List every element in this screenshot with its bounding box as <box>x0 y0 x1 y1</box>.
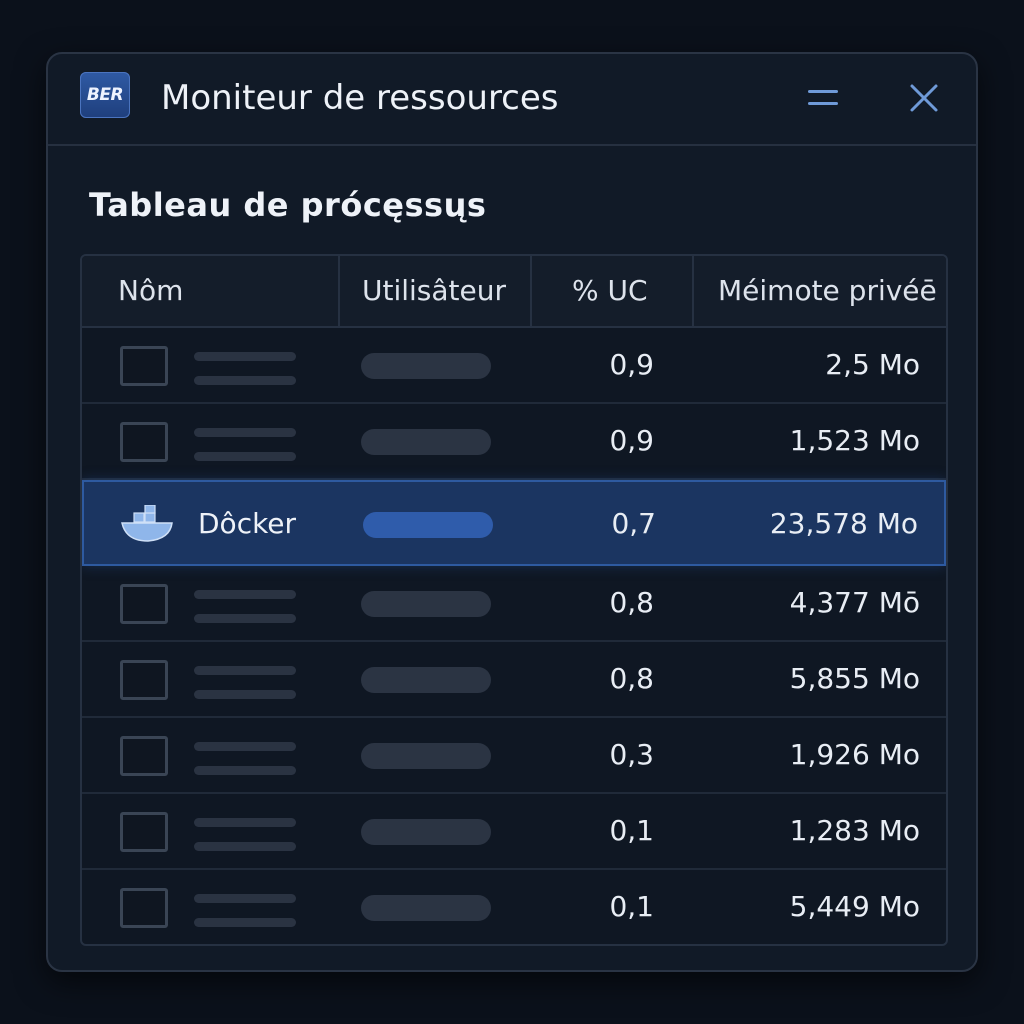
column-header-private-memory[interactable]: Méimote privéē <box>692 256 946 326</box>
cpu-value: 0,8 <box>609 586 654 619</box>
docker-whale-icon <box>121 505 173 542</box>
private-memory-value: 1,283 Mo <box>789 814 920 847</box>
section-title: Tableau de prócęssųs <box>89 186 487 224</box>
app-logo: BER <box>80 72 130 118</box>
cpu-value: 0,9 <box>609 348 654 381</box>
name-placeholder-line <box>194 590 296 599</box>
private-memory-value: 2,5 Mo <box>825 348 920 381</box>
title-bar: BER Moniteur de ressources <box>48 54 976 146</box>
row-checkbox[interactable] <box>120 812 168 852</box>
user-placeholder <box>361 353 491 379</box>
name-placeholder-line <box>194 742 296 751</box>
name-placeholder-line <box>194 352 296 361</box>
cpu-value: 0,9 <box>609 424 654 457</box>
process-table: Nôm Utilisâteur % UC Méimote privéē 0,9 2… <box>80 254 948 946</box>
table-row[interactable]: 0,1 1,283 Mo <box>82 794 946 870</box>
private-memory-value: 5,449 Mo <box>789 890 920 923</box>
table-row[interactable]: 0,1 5,449 Mo <box>82 870 946 944</box>
user-placeholder <box>361 819 491 845</box>
process-name: Dôcker <box>198 507 297 540</box>
private-memory-value: 23,578 Mo <box>769 507 918 540</box>
column-header-name[interactable]: Nôm <box>118 256 338 326</box>
name-placeholder-line <box>194 666 296 675</box>
minimize-icon <box>808 90 838 93</box>
row-checkbox[interactable] <box>120 422 168 462</box>
cpu-value: 0,7 <box>611 507 656 540</box>
minimize-button[interactable] <box>805 82 841 112</box>
name-placeholder-line <box>194 614 296 623</box>
user-placeholder <box>361 667 491 693</box>
table-row[interactable]: 0,3 1,926 Mo <box>82 718 946 794</box>
row-checkbox[interactable] <box>120 660 168 700</box>
cpu-value: 0,8 <box>609 662 654 695</box>
name-placeholder-line <box>194 766 296 775</box>
cpu-value: 0,1 <box>609 890 654 923</box>
private-memory-value: 5,855 Mo <box>789 662 920 695</box>
name-placeholder-line <box>194 818 296 827</box>
name-placeholder-line <box>194 690 296 699</box>
column-header-cpu[interactable]: % UC <box>530 256 692 326</box>
table-row[interactable]: 0,8 4,377 Mō <box>82 566 946 642</box>
minimize-icon-bar <box>808 102 838 105</box>
private-memory-value: 1,523 Mo <box>789 424 920 457</box>
table-row-selected[interactable]: Dôcker 0,7 23,578 Mo <box>82 480 946 566</box>
user-placeholder <box>361 429 491 455</box>
row-checkbox[interactable] <box>120 736 168 776</box>
private-memory-value: 4,377 Mō <box>789 586 920 619</box>
table-row[interactable]: 0,9 2,5 Mo <box>82 328 946 404</box>
window-title: Moniteur de ressources <box>161 78 559 118</box>
cpu-value: 0,1 <box>609 814 654 847</box>
row-checkbox[interactable] <box>120 584 168 624</box>
row-checkbox[interactable] <box>120 888 168 928</box>
name-placeholder-line <box>194 376 296 385</box>
private-memory-value: 1,926 Mo <box>789 738 920 771</box>
user-placeholder <box>363 512 493 538</box>
user-placeholder <box>361 591 491 617</box>
cpu-value: 0,3 <box>609 738 654 771</box>
name-placeholder-line <box>194 842 296 851</box>
close-icon <box>910 84 938 112</box>
user-placeholder <box>361 743 491 769</box>
name-placeholder-line <box>194 452 296 461</box>
table-row[interactable]: 0,8 5,855 Mo <box>82 642 946 718</box>
column-header-user[interactable]: Utilisâteur <box>338 256 530 326</box>
name-placeholder-line <box>194 428 296 437</box>
name-placeholder-line <box>194 894 296 903</box>
table-row[interactable]: 0,9 1,523 Mo <box>82 404 946 480</box>
resource-monitor-window: BER Moniteur de ressources Tableau de pr… <box>46 52 978 972</box>
close-button[interactable] <box>906 80 942 116</box>
row-checkbox[interactable] <box>120 346 168 386</box>
user-placeholder <box>361 895 491 921</box>
name-placeholder-line <box>194 918 296 927</box>
table-header: Nôm Utilisâteur % UC Méimote privéē <box>82 256 946 328</box>
